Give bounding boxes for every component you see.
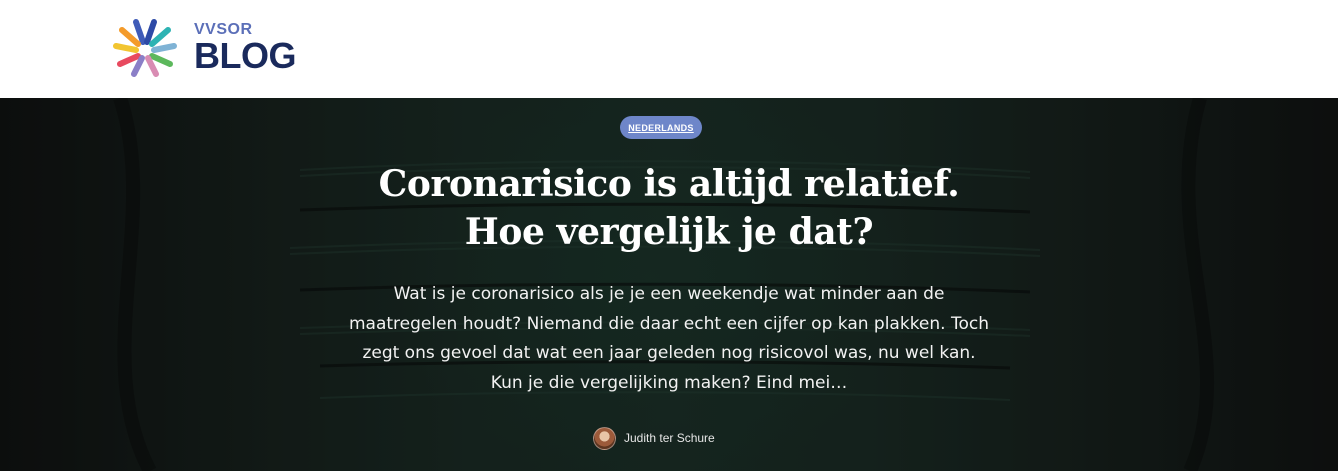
featured-post-hero[interactable]: NEDERLANDS Coronarisico is altijd relati…: [0, 98, 1338, 471]
logo-wordmark: VVSOR BLOG: [194, 22, 297, 76]
post-title-line-1: Coronarisico is altijd relatief.: [378, 163, 960, 205]
logo-big-text: BLOG: [194, 35, 297, 76]
author-avatar: [593, 426, 616, 450]
vvsor-blog-logo[interactable]: VVSOR BLOG: [112, 16, 297, 80]
post-author[interactable]: Judith ter Schure: [593, 426, 715, 450]
vvsor-logo-icon: [113, 19, 177, 77]
post-excerpt: Wat is je coronarisico als je je een wee…: [348, 284, 989, 393]
post-title[interactable]: Coronarisico is altijd relatief. Hoe ver…: [269, 160, 1069, 256]
author-name: Judith ter Schure: [624, 431, 715, 445]
post-title-line-2: Hoe vergelijk je dat?: [464, 211, 874, 253]
site-header: VVSOR BLOG: [0, 0, 1338, 98]
category-tag-nederlands[interactable]: NEDERLANDS: [620, 116, 702, 139]
